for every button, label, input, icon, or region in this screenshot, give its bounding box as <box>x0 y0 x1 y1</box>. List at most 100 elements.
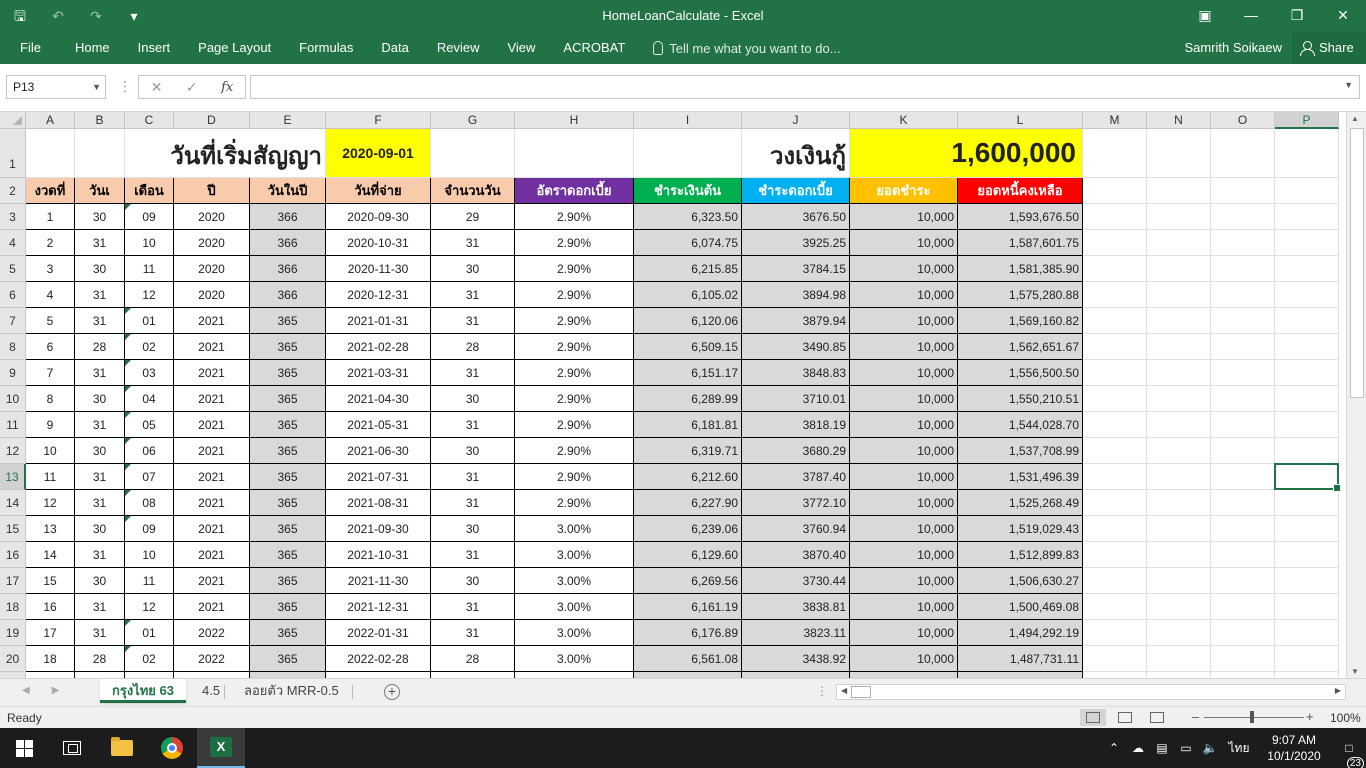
cell-c[interactable]: 12 <box>125 282 174 308</box>
sheet-prev-icon[interactable]: ◀ <box>22 685 30 696</box>
cell-l[interactable]: 1,494,292.19 <box>958 620 1083 646</box>
cell-e[interactable]: 365 <box>250 516 326 542</box>
cell-empty[interactable] <box>1211 464 1275 490</box>
cell-j[interactable]: 3784.15 <box>742 256 850 282</box>
cell-e[interactable]: 365 <box>250 490 326 516</box>
cell-empty[interactable] <box>1083 464 1147 490</box>
row-header[interactable]: 5 <box>0 256 26 282</box>
cell-l[interactable]: 1,537,708.99 <box>958 438 1083 464</box>
cell-h[interactable]: 2.90% <box>515 412 634 438</box>
cell-h[interactable]: 2.90% <box>515 256 634 282</box>
cell-f[interactable]: 2022-01-31 <box>326 620 431 646</box>
cell-empty[interactable] <box>1211 204 1275 230</box>
ribbon-tab-review[interactable]: Review <box>423 32 494 64</box>
cell-f[interactable]: 2021-10-31 <box>326 542 431 568</box>
cell-k[interactable]: 10,000 <box>850 516 958 542</box>
cell-empty[interactable] <box>1275 646 1339 672</box>
row-header[interactable]: 15 <box>0 516 26 542</box>
cell-g[interactable]: 31 <box>431 230 515 256</box>
cell-l[interactable]: 1,487,731.11 <box>958 646 1083 672</box>
cell-g[interactable]: 30 <box>431 516 515 542</box>
row-header[interactable]: 4 <box>0 230 26 256</box>
scroll-down-icon[interactable]: ▼ <box>1351 667 1359 676</box>
add-sheet-button[interactable]: + <box>384 684 400 700</box>
cell-empty[interactable] <box>1275 360 1339 386</box>
cell-d[interactable]: 2021 <box>174 594 250 620</box>
cell-empty[interactable] <box>1083 516 1147 542</box>
cell-b[interactable]: 31 <box>75 464 125 490</box>
cell-empty[interactable] <box>1275 490 1339 516</box>
row-header[interactable]: 18 <box>0 594 26 620</box>
cell-f[interactable]: 2021-05-31 <box>326 412 431 438</box>
column-header-k[interactable]: K <box>850 112 958 129</box>
select-all-corner[interactable] <box>0 112 26 129</box>
cell-b[interactable]: 30 <box>75 568 125 594</box>
chevron-down-icon[interactable]: ▼ <box>92 76 101 98</box>
zoom-level[interactable]: 100% <box>1330 711 1361 725</box>
cell-e[interactable]: 365 <box>250 620 326 646</box>
cell-f[interactable]: 2021-04-30 <box>326 386 431 412</box>
cell-empty[interactable] <box>1275 256 1339 282</box>
cell-i[interactable]: 6,181.81 <box>634 412 742 438</box>
cell-c[interactable]: 02 <box>125 334 174 360</box>
cell-j[interactable]: 3730.44 <box>742 568 850 594</box>
cell-empty[interactable] <box>1211 129 1275 178</box>
cell-k[interactable]: 10,000 <box>850 386 958 412</box>
cell-a[interactable]: 15 <box>26 568 75 594</box>
cell-k[interactable]: 10,000 <box>850 256 958 282</box>
cell-l[interactable]: 1,550,210.51 <box>958 386 1083 412</box>
cell-b[interactable]: 30 <box>75 204 125 230</box>
cell-e[interactable]: 365 <box>250 412 326 438</box>
zoom-slider-thumb[interactable] <box>1250 711 1254 723</box>
cell-empty[interactable] <box>1211 542 1275 568</box>
clock[interactable]: 9:07 AM 10/1/2020 <box>1256 732 1332 764</box>
cell-j[interactable]: 3772.10 <box>742 490 850 516</box>
contract-date-label[interactable]: วันที่เริ่มสัญญา <box>125 129 326 178</box>
cell-i[interactable]: 6,269.56 <box>634 568 742 594</box>
cell-a[interactable]: 8 <box>26 386 75 412</box>
cell-empty[interactable] <box>1147 386 1211 412</box>
cell-empty[interactable] <box>1083 646 1147 672</box>
header-b[interactable]: วันเ <box>75 178 125 204</box>
cell-c[interactable]: 09 <box>125 204 174 230</box>
cell-a[interactable]: 13 <box>26 516 75 542</box>
cell-empty[interactable] <box>1083 438 1147 464</box>
cell-empty[interactable] <box>1211 386 1275 412</box>
cell-b[interactable]: 31 <box>75 412 125 438</box>
cell-empty[interactable] <box>1083 282 1147 308</box>
cell-l[interactable]: 1,519,029.43 <box>958 516 1083 542</box>
cell-empty[interactable] <box>1275 282 1339 308</box>
cell-h[interactable]: 3.00% <box>515 594 634 620</box>
tell-me-box[interactable]: Tell me what you want to do... <box>639 41 841 56</box>
cell-d[interactable]: 2020 <box>174 256 250 282</box>
contract-date-value[interactable]: 2020-09-01 <box>326 129 431 178</box>
task-view-button[interactable] <box>48 728 96 768</box>
action-center-button[interactable]: □ 23 <box>1332 741 1366 768</box>
cell-d[interactable]: 2021 <box>174 308 250 334</box>
cell-empty[interactable] <box>1147 438 1211 464</box>
cell-h[interactable]: 2.90% <box>515 386 634 412</box>
cell-d[interactable]: 2020 <box>174 204 250 230</box>
cell-a[interactable]: 18 <box>26 646 75 672</box>
vertical-scroll-thumb[interactable] <box>1350 128 1364 398</box>
cell-c[interactable]: 06 <box>125 438 174 464</box>
cell-k[interactable]: 10,000 <box>850 646 958 672</box>
cell-e[interactable]: 365 <box>250 308 326 334</box>
share-button[interactable]: Share <box>1292 32 1366 64</box>
loan-amount-label[interactable]: วงเงินกู้ <box>742 129 850 178</box>
cell-d[interactable]: 2021 <box>174 438 250 464</box>
page-layout-view-button[interactable] <box>1112 709 1138 726</box>
cell-c[interactable]: 09 <box>125 516 174 542</box>
cell-j[interactable]: 3760.94 <box>742 516 850 542</box>
cell-c[interactable]: 03 <box>125 360 174 386</box>
cell-d[interactable]: 2021 <box>174 412 250 438</box>
cell-e[interactable]: 365 <box>250 334 326 360</box>
zoom-out-button[interactable]: – <box>1192 709 1199 724</box>
cell-d[interactable]: 2021 <box>174 542 250 568</box>
cell-e[interactable]: 365 <box>250 646 326 672</box>
cell-g[interactable]: 31 <box>431 490 515 516</box>
cell-g[interactable]: 28 <box>431 646 515 672</box>
cell-j[interactable]: 3438.92 <box>742 646 850 672</box>
cell-b[interactable]: 28 <box>75 646 125 672</box>
cell-empty[interactable] <box>1275 386 1339 412</box>
